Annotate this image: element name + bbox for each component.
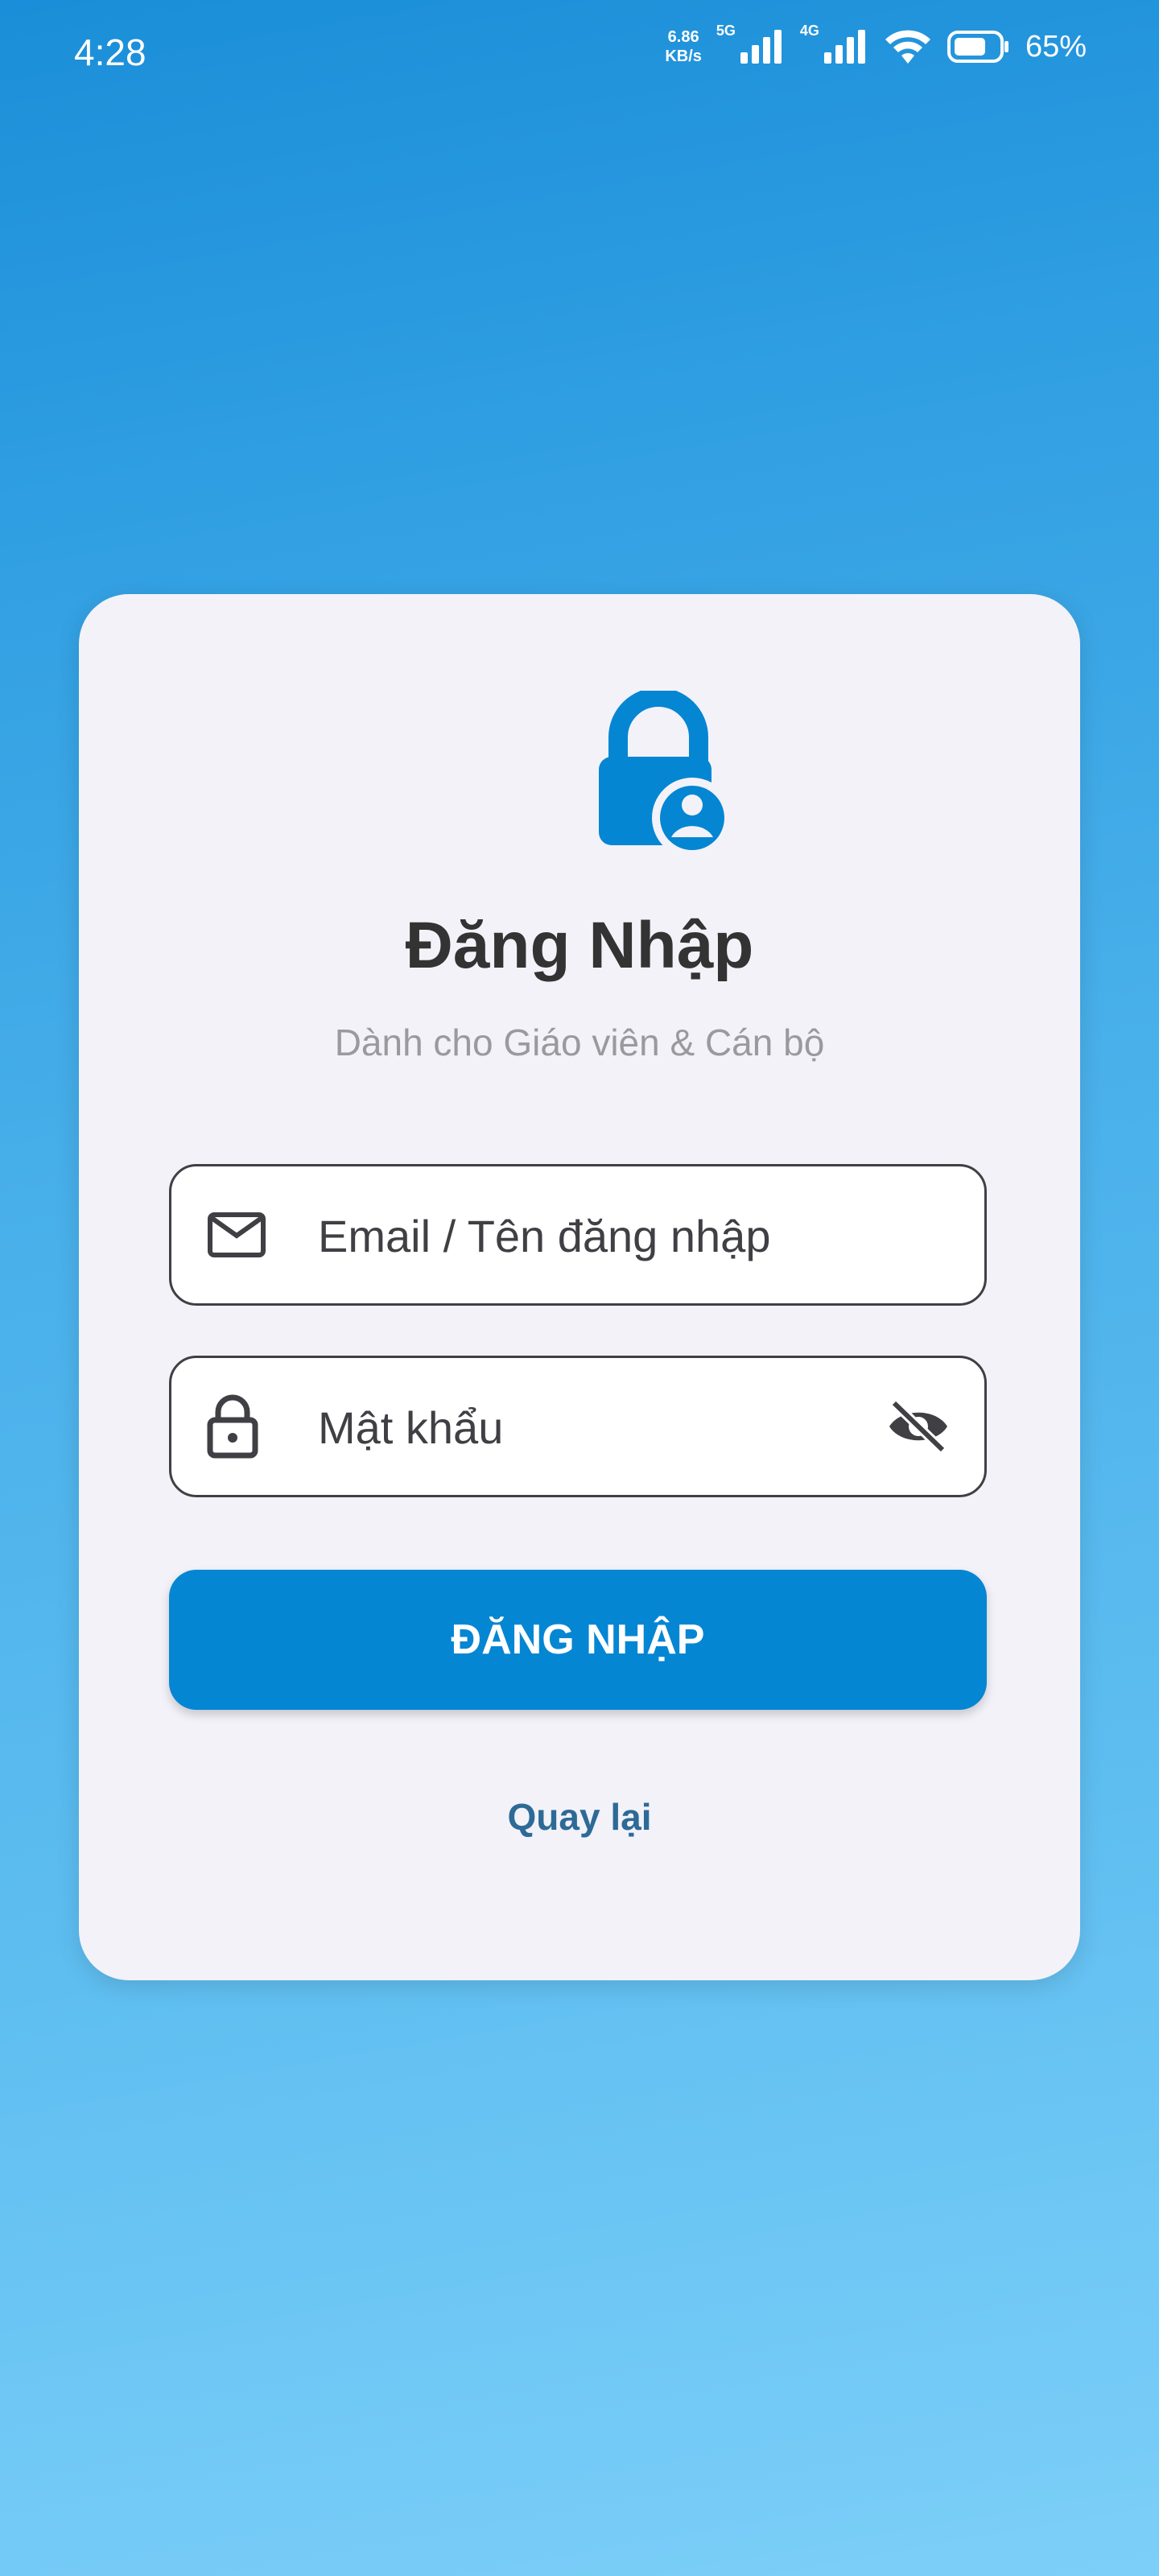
back-link[interactable]: Quay lại [79, 1795, 1080, 1839]
wifi-icon [885, 30, 930, 64]
password-input[interactable] [316, 1358, 880, 1496]
login-card: Đăng Nhập Dành cho Giáo viên & Cán bộ ĐĂ… [79, 594, 1080, 1980]
signal-4g-label: 4G [799, 23, 819, 39]
password-field[interactable] [169, 1356, 987, 1497]
email-field[interactable] [169, 1164, 987, 1306]
eye-off-icon[interactable] [886, 1398, 951, 1455]
cell-signal-icon [740, 30, 782, 64]
network-speed: 6.86 KB/s [665, 27, 702, 66]
cell-signal-icon [823, 30, 865, 64]
lock-user-icon [599, 691, 732, 858]
mail-icon [208, 1212, 266, 1257]
page-subtitle: Dành cho Giáo viên & Cán bộ [334, 1022, 825, 1063]
battery-percent: 65% [1025, 29, 1087, 64]
login-button[interactable]: ĐĂNG NHẬP [169, 1570, 987, 1710]
network-speed-unit: KB/s [665, 47, 702, 65]
email-input[interactable] [316, 1166, 880, 1305]
lock-icon [207, 1394, 258, 1459]
status-bar: 4:28 6.86 KB/s 5G 4G 65% [0, 0, 1159, 113]
network-speed-value: 6.86 [667, 28, 699, 46]
status-icons: 6.86 KB/s 5G 4G 65% [665, 23, 1087, 66]
signal-5g-label: 5G [716, 23, 736, 39]
battery-icon [947, 31, 1008, 63]
status-time: 4:28 [74, 31, 146, 73]
page-title: Đăng Nhập [405, 909, 754, 982]
